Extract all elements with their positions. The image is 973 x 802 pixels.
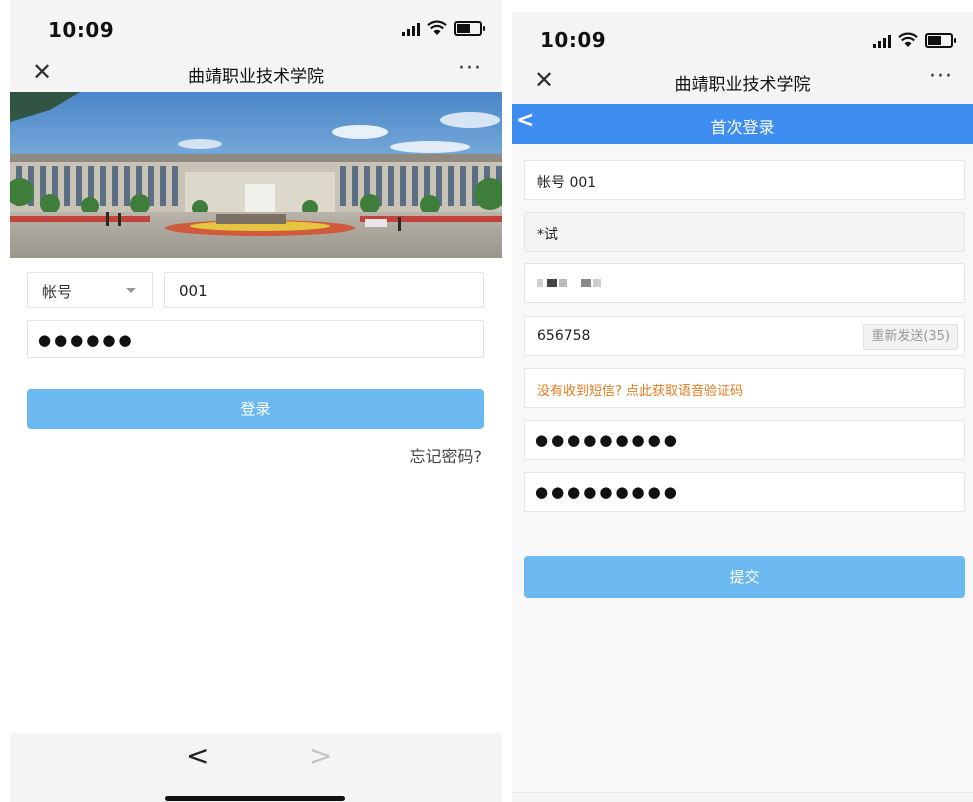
password-dots: ●●●●●● (38, 331, 135, 349)
password-input[interactable]: ●●●●●● (27, 320, 484, 358)
name-text: *试 (537, 227, 558, 243)
voice-code-link[interactable]: 没有收到短信? 点此获取语音验证码 (537, 380, 743, 399)
home-indicator (165, 796, 345, 801)
login-button[interactable]: 登录 (27, 389, 484, 429)
voice-code-row[interactable]: 没有收到短信? 点此获取语音验证码 (524, 368, 965, 408)
app-nav-bar: ✕ 曲靖职业技术学院 ··· (512, 62, 973, 104)
page-title: 曲靖职业技术学院 (674, 75, 811, 95)
new-password-dots: ●●●●●●●●● (535, 431, 680, 449)
signal-icon (873, 35, 891, 48)
more-icon[interactable]: ··· (929, 64, 953, 89)
phone-input[interactable] (524, 263, 965, 303)
masked-phone-part (593, 279, 601, 287)
sms-code-value: 656758 (537, 328, 591, 344)
status-bar: 10:09 (512, 12, 973, 62)
resend-code-button[interactable]: 重新发送(35) (863, 324, 958, 350)
account-input[interactable]: 001 (164, 272, 484, 308)
signal-icon (402, 23, 420, 36)
confirm-password-input[interactable]: ●●●●●●●●● (524, 472, 965, 512)
back-chevron-icon[interactable]: < (186, 739, 209, 772)
app-nav-bar: ✕ 曲靖职业技术学院 ··· (10, 54, 502, 92)
first-login-header: < 首次登录 (512, 104, 973, 144)
account-value: 001 (179, 282, 208, 300)
submit-button[interactable]: 提交 (524, 556, 965, 598)
system-icons (402, 20, 485, 36)
account-type-select[interactable]: 帐号 (27, 272, 153, 308)
campus-banner-image (10, 92, 502, 258)
wifi-icon (898, 32, 918, 47)
masked-phone-part (559, 279, 567, 287)
masked-phone-part (547, 279, 557, 287)
dropdown-arrow-icon (126, 288, 136, 293)
more-icon[interactable]: ··· (458, 56, 482, 81)
first-login-title: 首次登录 (710, 118, 775, 137)
confirm-password-dots: ●●●●●●●●● (535, 483, 680, 501)
account-text: 帐号 001 (537, 175, 597, 191)
status-bar: 10:09 (10, 0, 502, 54)
battery-icon (925, 33, 956, 48)
forward-chevron-icon[interactable]: > (309, 739, 332, 772)
wifi-icon (427, 20, 447, 35)
name-row: *试 (524, 212, 965, 252)
masked-phone-part (537, 279, 543, 287)
page-title: 曲靖职业技术学院 (188, 67, 324, 87)
status-time: 10:09 (540, 28, 607, 52)
account-row: 帐号 001 (524, 160, 965, 200)
forgot-password-link[interactable]: 忘记密码? (410, 443, 483, 467)
masked-phone-part (581, 279, 591, 287)
status-time: 10:09 (48, 18, 115, 42)
sms-code-input[interactable]: 656758 重新发送(35) (524, 316, 965, 356)
bottom-edge (512, 792, 973, 802)
first-login-screen: 10:09 ✕ 曲靖职业技术学院 ··· < 首次登录 帐号 001 *试 65… (512, 0, 973, 802)
login-screen: 10:09 ✕ 曲靖职业技术学院 ··· 帐号 001 ●●●●●● 登录 忘记… (10, 0, 502, 802)
browser-toolbar: < > (10, 733, 502, 802)
new-password-input[interactable]: ●●●●●●●●● (524, 420, 965, 460)
battery-icon (454, 21, 485, 36)
account-type-label: 帐号 (42, 283, 73, 301)
system-icons (873, 32, 956, 48)
